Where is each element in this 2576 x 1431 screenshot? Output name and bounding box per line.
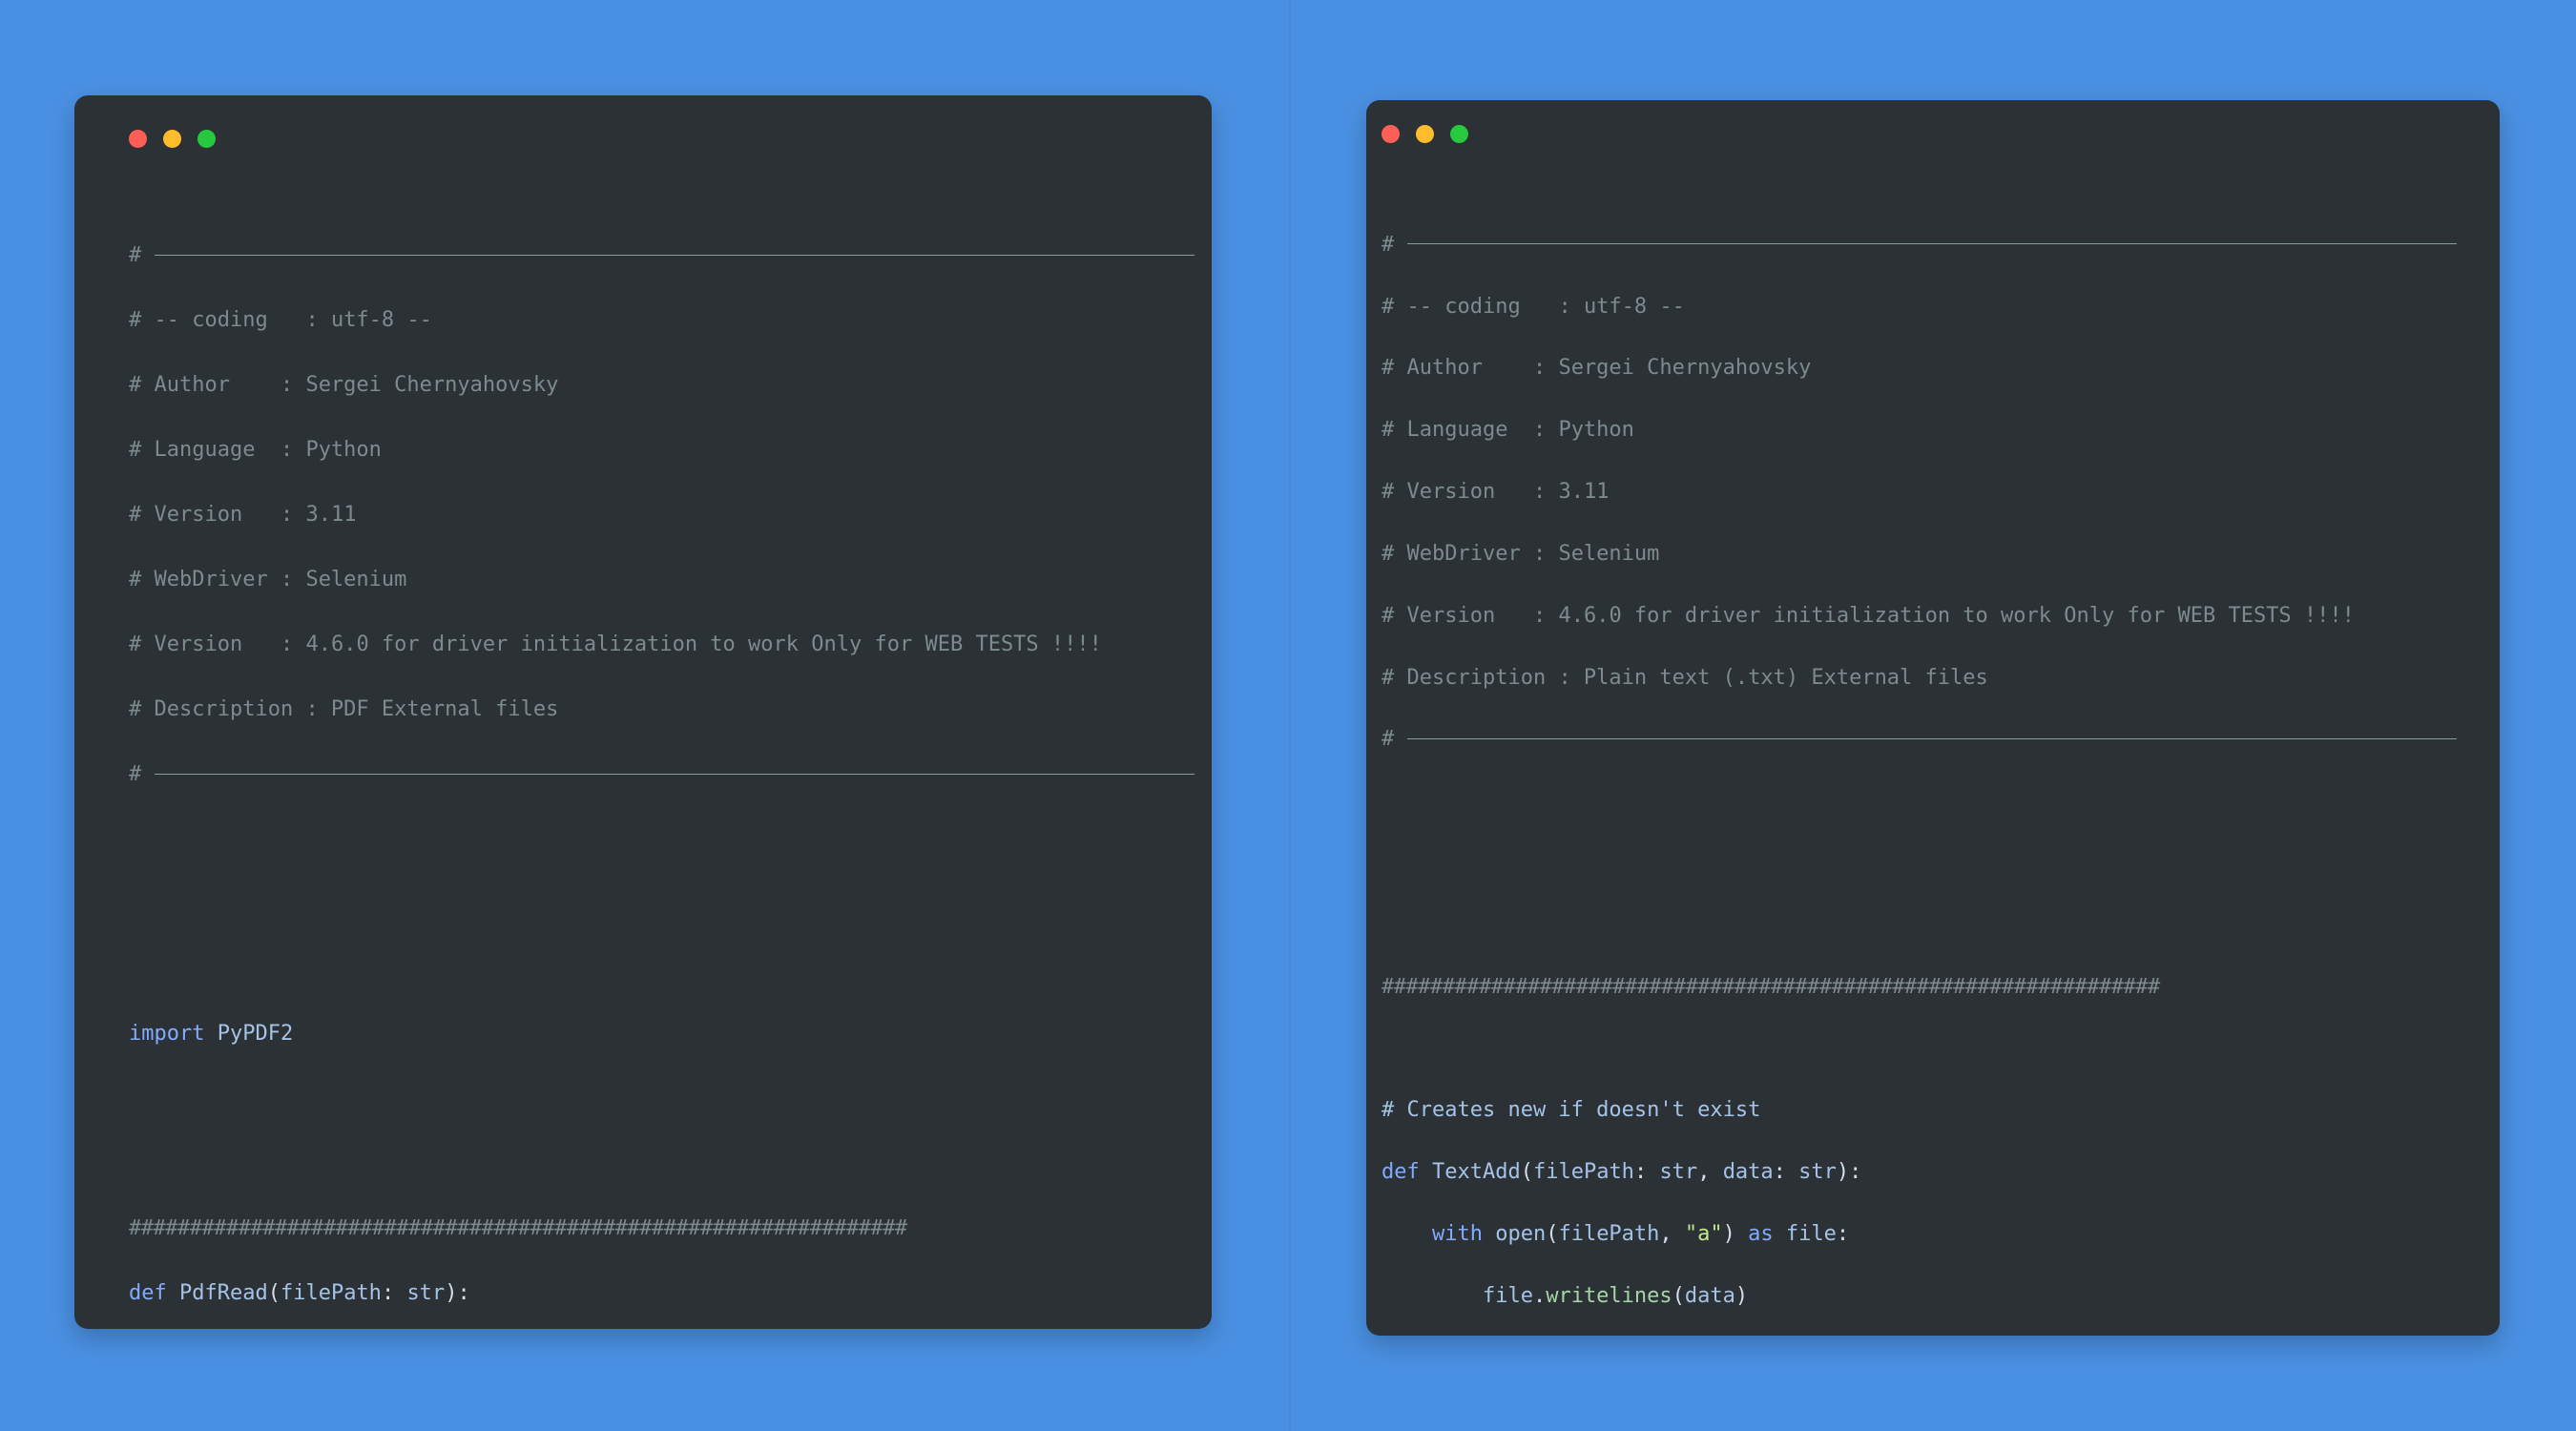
left-header-version: # Version : 3.11 xyxy=(129,503,357,527)
rule-line xyxy=(1407,737,2458,739)
right-header-version: # Version : 3.11 xyxy=(1381,480,1610,505)
right-header-rule-top: # xyxy=(1381,234,2500,256)
right-add-def: def TextAdd(filePath: str, data: str): xyxy=(1381,1160,1862,1184)
rule-line xyxy=(155,254,1195,256)
left-header-rule-top: # xyxy=(129,244,1212,266)
left-header-rule-bottom: # xyxy=(129,763,1212,785)
right-header-webdriver: # WebDriver : Selenium xyxy=(1381,541,1660,566)
right-window-controls[interactable] xyxy=(1381,125,1468,143)
left-header-author: # Author : Sergei Chernyahovsky xyxy=(129,373,559,397)
left-import-line: import PyPDF2 xyxy=(129,1022,294,1046)
right-add-writelines: file.writelines(data) xyxy=(1482,1283,1749,1308)
close-button-icon[interactable] xyxy=(1381,125,1400,143)
left-def-line: def PdfRead(filePath: str): xyxy=(129,1281,470,1305)
right-header-description: # Description : Plain text (.txt) Extern… xyxy=(1381,665,1988,690)
right-header-language: # Language : Python xyxy=(1381,418,1634,443)
left-window-controls[interactable] xyxy=(129,130,216,148)
code-card-text: # # -- coding : utf-8 -- # Author : Serg… xyxy=(1366,100,2500,1336)
maximize-button-icon[interactable] xyxy=(1450,125,1468,143)
minimize-button-icon[interactable] xyxy=(1416,125,1434,143)
code-card-pdf: # # -- coding : utf-8 -- # Author : Serg… xyxy=(74,95,1212,1329)
left-header-coding: # -- coding : utf-8 -- xyxy=(129,308,432,332)
maximize-button-icon[interactable] xyxy=(197,130,216,148)
minimize-button-icon[interactable] xyxy=(163,130,181,148)
left-code-block[interactable]: # # -- coding : utf-8 -- # Author : Serg… xyxy=(74,200,1212,1329)
right-add-with: with open(filePath, "a") as file: xyxy=(1431,1221,1850,1246)
right-separator-top: ########################################… xyxy=(1381,974,2160,999)
image-seam xyxy=(1289,0,1291,1431)
screenshot-stage: # # -- coding : utf-8 -- # Author : Serg… xyxy=(0,0,2576,1431)
right-add-comment: # Creates new if doesn't exist xyxy=(1381,1098,1761,1123)
right-header-coding: # -- coding : utf-8 -- xyxy=(1381,294,1685,319)
close-button-icon[interactable] xyxy=(129,130,147,148)
right-titlebar xyxy=(1366,100,2500,165)
rule-line xyxy=(1407,243,2458,245)
right-header-author: # Author : Sergei Chernyahovsky xyxy=(1381,356,1812,381)
left-header-description: # Description : PDF External files xyxy=(129,697,559,721)
rule-line xyxy=(155,773,1195,775)
right-header-driver-version: # Version : 4.6.0 for driver initializat… xyxy=(1381,603,2355,628)
right-code-block[interactable]: # # -- coding : utf-8 -- # Author : Serg… xyxy=(1366,194,2500,1336)
left-header-language: # Language : Python xyxy=(129,438,382,462)
left-header-webdriver: # WebDriver : Selenium xyxy=(129,568,407,591)
left-titlebar xyxy=(74,95,1212,160)
left-separator-top: ########################################… xyxy=(129,1216,907,1240)
left-header-driver-version: # Version : 4.6.0 for driver initializat… xyxy=(129,633,1102,656)
right-header-rule-bottom: # xyxy=(1381,729,2500,750)
